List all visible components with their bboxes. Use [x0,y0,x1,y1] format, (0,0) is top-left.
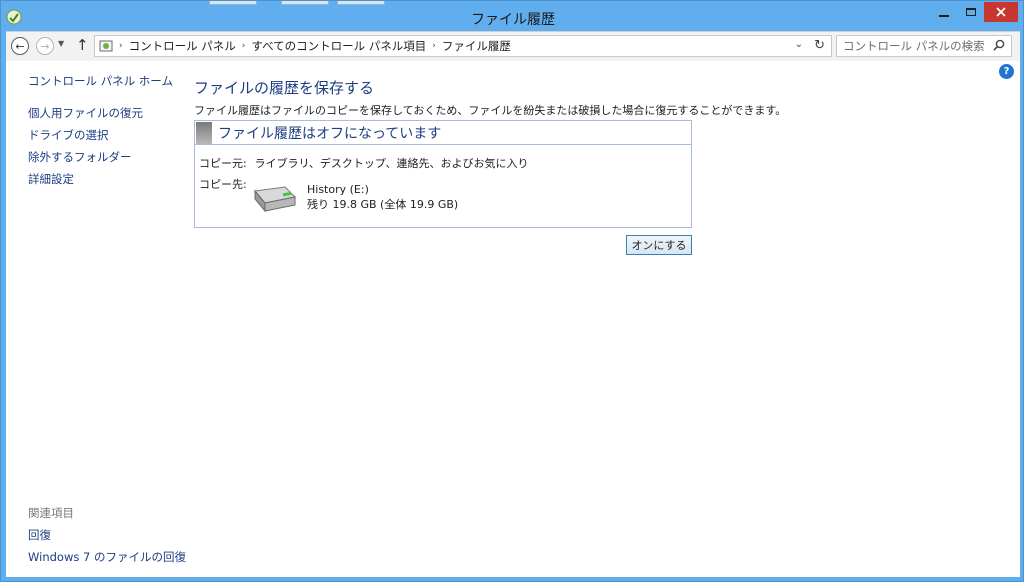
close-button[interactable] [984,2,1018,22]
related-items: 関連項目 回復 Windows 7 のファイルの回復 [28,505,186,571]
up-arrow-icon: ↑ [76,36,89,54]
sidebar-item-select-drive[interactable]: ドライブの選択 [28,127,173,143]
search-icon[interactable] [993,39,1005,51]
page-title: ファイルの履歴を保存する [194,79,375,97]
sidebar-item-exclude-folders[interactable]: 除外するフォルダー [28,149,173,165]
minimize-button[interactable] [931,2,957,22]
content-area: ? コントロール パネル ホーム 個人用ファイルの復元 ドライブの選択 除外する… [6,61,1020,577]
copy-from-label: コピー元: [199,157,247,170]
maximize-icon [966,8,976,16]
drive-space: 残り 19.8 GB (全体 19.9 GB) [307,198,459,211]
copy-to-row: コピー先: [199,176,251,192]
title-bar[interactable]: ファイル履歴 [1,1,1024,31]
copy-from-value: ライブラリ、デスクトップ、連絡先、およびお気に入り [254,157,529,170]
minimize-icon [939,14,949,17]
breadcrumb-file-history[interactable]: ファイル履歴 [442,38,511,54]
address-bar[interactable]: › コントロール パネル › すべてのコントロール パネル項目 › ファイル履歴… [94,35,832,57]
status-panel: ファイル履歴はオフになっています コピー元: ライブラリ、デスクトップ、連絡先、… [194,120,692,228]
status-panel-header: ファイル履歴はオフになっています [195,121,691,145]
back-button[interactable]: ← [11,37,29,55]
file-history-window: ファイル履歴 ← → ▼ ↑ › コントロール パネル › すべてのコントロール… [0,0,1024,582]
breadcrumb-control-panel[interactable]: コントロール パネル [129,38,236,54]
related-link-windows7-recovery[interactable]: Windows 7 のファイルの回復 [28,549,186,565]
status-title: ファイル履歴はオフになっています [218,125,442,142]
sidebar-item-restore-files[interactable]: 個人用ファイルの復元 [28,105,173,121]
back-arrow-icon: ← [15,39,25,53]
hard-drive-icon [254,186,297,213]
window-title: ファイル履歴 [471,12,555,28]
status-indicator [196,121,212,144]
drive-name: History (E:) [307,183,369,196]
help-icon[interactable]: ? [999,64,1014,79]
copy-to-label: コピー先: [199,178,247,191]
turn-on-button[interactable]: オンにする [626,235,692,255]
control-panel-icon [99,40,113,52]
maximize-button[interactable] [958,2,984,22]
up-button[interactable]: ↑ [76,36,89,54]
sidebar-control-panel-home[interactable]: コントロール パネル ホーム [28,73,173,89]
address-history-dropdown[interactable]: ⌄ [795,39,803,50]
navigation-bar: ← → ▼ ↑ › コントロール パネル › すべてのコントロール パネル項目 … [6,31,1020,61]
breadcrumb-separator-icon: › [119,41,123,51]
close-icon [996,7,1006,17]
sidebar-item-advanced-settings[interactable]: 詳細設定 [28,171,173,187]
forward-button[interactable]: → [36,37,54,55]
main-panel: ファイルの履歴を保存する ファイル履歴はファイルのコピーを保存しておくため、ファ… [194,77,787,255]
sidebar: コントロール パネル ホーム 個人用ファイルの復元 ドライブの選択 除外するフォ… [28,73,173,193]
copy-from-row: コピー元: ライブラリ、デスクトップ、連絡先、およびお気に入り [199,155,529,171]
search-box[interactable] [836,35,1012,57]
breadcrumb-separator-icon[interactable]: › [242,41,246,51]
search-input[interactable] [837,36,987,56]
related-link-recovery[interactable]: 回復 [28,527,186,543]
forward-arrow-icon: → [40,39,50,53]
recent-locations-dropdown[interactable]: ▼ [58,39,64,48]
breadcrumb-all-items[interactable]: すべてのコントロール パネル項目 [251,38,426,54]
refresh-icon[interactable]: ↻ [814,38,825,53]
related-items-title: 関連項目 [28,506,74,520]
page-description: ファイル履歴はファイルのコピーを保存しておくため、ファイルを紛失または破損した場… [194,104,787,117]
breadcrumb-separator-icon[interactable]: › [432,41,436,51]
